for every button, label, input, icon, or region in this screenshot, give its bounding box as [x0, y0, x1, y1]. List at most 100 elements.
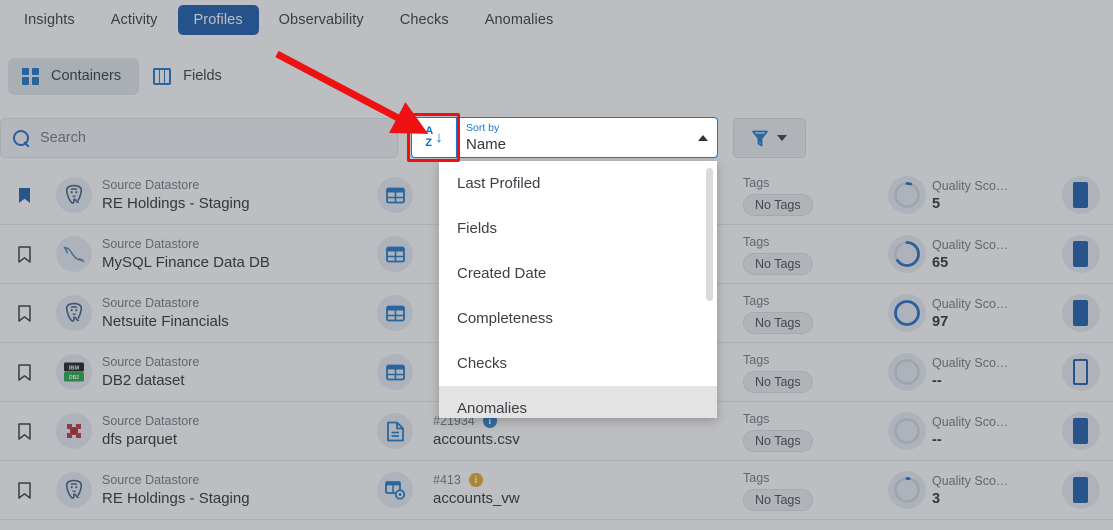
sort-by-control[interactable]: AZ ↓ Sort by Name	[411, 117, 718, 158]
sort-by-label: Sort by	[466, 122, 500, 134]
filter-button[interactable]	[733, 118, 806, 158]
tags-chip[interactable]: No Tags	[743, 193, 813, 216]
svg-text:IBM: IBM	[69, 365, 80, 371]
datastore-name-cell: Source Datastore MySQL Finance Data DB	[100, 236, 365, 273]
quality-score-kicker: Quality Sco…	[932, 296, 1009, 311]
funnel-icon	[752, 130, 768, 147]
quality-score-cell: Quality Sco… --	[888, 353, 1048, 391]
quality-score-value: 5	[932, 195, 941, 212]
quality-score-value: --	[932, 372, 942, 389]
nav-tab-profiles[interactable]: Profiles	[177, 5, 259, 35]
health-indicator-cell	[1048, 235, 1113, 273]
nav-tab-observability[interactable]: Observability	[263, 5, 380, 35]
datastore-name-cell: Source Datastore RE Holdings - Staging	[100, 177, 365, 214]
svg-text:DB2: DB2	[69, 375, 79, 381]
tags-chip[interactable]: No Tags	[743, 429, 813, 452]
nav-tab-activity[interactable]: Activity	[95, 5, 174, 35]
container-id: #413	[433, 472, 461, 487]
sort-by-value: Name	[466, 136, 507, 153]
segment-containers[interactable]: Containers	[8, 57, 140, 95]
sort-option-checks[interactable]: Checks	[439, 341, 717, 386]
container-id-row: #413 i	[433, 472, 743, 489]
table-icon	[377, 236, 413, 272]
datastore-name-cell: Source Datastore DB2 dataset	[100, 354, 365, 391]
tags-kicker: Tags	[743, 175, 770, 190]
bar-filled-icon	[1061, 235, 1100, 273]
bar-filled-icon	[1061, 412, 1100, 450]
nav-tab-insights[interactable]: Insights	[8, 5, 91, 35]
quality-score-kicker: Quality Sco…	[932, 473, 1009, 488]
quality-score-cell: Quality Sco… 65	[888, 235, 1048, 273]
quality-score-value: --	[932, 431, 942, 448]
sort-option-anomalies[interactable]: Anomalies	[439, 386, 717, 418]
quality-score-value: 97	[932, 313, 949, 330]
tags-kicker: Tags	[743, 411, 770, 426]
tags-kicker: Tags	[743, 234, 770, 249]
tags-kicker: Tags	[743, 470, 770, 485]
container-type-button[interactable]	[365, 354, 425, 390]
bookmark-button[interactable]	[0, 304, 48, 322]
segment-fields[interactable]: Fields	[139, 58, 240, 95]
datastore-name: RE Holdings - Staging	[102, 194, 250, 212]
tags-chip[interactable]: No Tags	[743, 311, 813, 334]
quality-score-value: 65	[932, 254, 949, 271]
datastore-name: dfs parquet	[102, 430, 178, 448]
datastore-avatar	[48, 472, 100, 508]
container-type-button[interactable]	[365, 177, 425, 213]
datastore-name: Netsuite Financials	[102, 312, 229, 330]
datastore-kicker: Source Datastore	[102, 472, 200, 487]
table-row[interactable]: Source Datastore RE Holdings - Staging #41…	[0, 461, 1113, 520]
tags-cell: Tags No Tags	[743, 470, 888, 511]
sort-direction-button[interactable]: AZ ↓	[411, 117, 456, 158]
drill-icon	[56, 413, 92, 449]
datastore-name: MySQL Finance Data DB	[102, 253, 270, 271]
dropdown-scroll-thumb[interactable]	[706, 168, 713, 301]
sort-option-fields[interactable]: Fields	[439, 206, 717, 251]
bookmark-icon	[17, 481, 31, 499]
datastore-kicker: Source Datastore	[102, 295, 200, 310]
quality-score-kicker: Quality Sco…	[932, 237, 1009, 252]
table-icon	[377, 177, 413, 213]
search-input[interactable]: Search	[0, 118, 398, 158]
sort-option-completeness[interactable]: Completeness	[439, 296, 717, 341]
sort-by-dropdown-menu[interactable]: Last Profiled Fields Created Date Completen…	[439, 161, 717, 418]
segment-label: Containers	[51, 68, 122, 84]
bookmark-button[interactable]	[0, 187, 48, 204]
nav-tab-anomalies[interactable]: Anomalies	[469, 5, 570, 35]
sort-option-created-date[interactable]: Created Date	[439, 251, 717, 296]
bookmark-button[interactable]	[0, 481, 48, 499]
nav-tab-checks[interactable]: Checks	[384, 5, 465, 35]
postgresql-icon	[56, 295, 92, 331]
datastore-name: RE Holdings - Staging	[102, 489, 250, 507]
container-type-button[interactable]	[365, 236, 425, 272]
datastore-name: DB2 dataset	[102, 371, 185, 389]
container-type-button[interactable]	[365, 295, 425, 331]
container-type-button[interactable]	[365, 472, 425, 508]
quality-score-cell: Quality Sco… 97	[888, 294, 1048, 332]
tags-chip[interactable]: No Tags	[743, 252, 813, 275]
quality-score-cell: Quality Sco… 3	[888, 471, 1048, 509]
table-icon	[377, 354, 413, 390]
bookmark-button[interactable]	[0, 422, 48, 440]
bookmark-button[interactable]	[0, 245, 48, 263]
container-type-button[interactable]	[365, 413, 425, 449]
datastore-avatar	[48, 413, 100, 449]
sort-by-select[interactable]: Sort by Name	[456, 117, 718, 158]
bookmark-button[interactable]	[0, 363, 48, 381]
datastore-kicker: Source Datastore	[102, 413, 200, 428]
bar-outline-icon	[1061, 353, 1100, 391]
sort-option-last-profiled[interactable]: Last Profiled	[439, 161, 717, 206]
tags-cell: Tags No Tags	[743, 175, 888, 216]
container-name: accounts_vw	[433, 489, 520, 507]
quality-score-ring	[888, 176, 926, 214]
tags-chip[interactable]: No Tags	[743, 370, 813, 393]
top-navigation: Insights Activity Profiles Observability Che…	[0, 0, 1113, 40]
info-amber-icon[interactable]: i	[468, 473, 483, 487]
bar-filled-icon	[1061, 176, 1100, 214]
container-name: accounts.csv	[433, 430, 520, 448]
chevron-up-icon[interactable]	[698, 134, 708, 141]
tags-kicker: Tags	[743, 293, 770, 308]
datastore-name-cell: Source Datastore RE Holdings - Staging	[100, 472, 365, 509]
db2-icon: IBM DB2	[56, 354, 92, 390]
tags-chip[interactable]: No Tags	[743, 488, 813, 511]
